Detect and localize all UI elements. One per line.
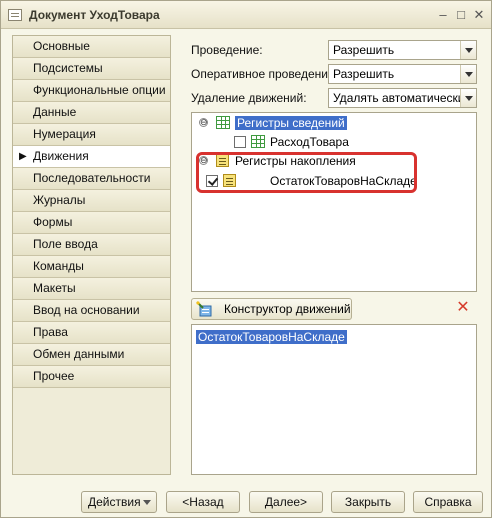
movement-deletion-value: Удалять автоматически п [333, 91, 475, 105]
checkbox-expense-goods[interactable] [234, 136, 246, 148]
back-label: <Назад [182, 495, 224, 509]
tab-label: Подсистемы [33, 61, 103, 75]
tab-rights[interactable]: Права [13, 322, 170, 344]
tab-label: Поле ввода [33, 237, 98, 251]
annotation-highlight-box [196, 152, 417, 193]
chevron-down-icon[interactable] [460, 89, 476, 107]
close-button[interactable]: Закрыть [331, 491, 405, 513]
collapse-icon[interactable]: ⊖ [199, 118, 208, 127]
tab-sequences[interactable]: Последовательности [13, 168, 170, 190]
realtime-posting-value: Разрешить [333, 67, 395, 81]
tree-node-expense-goods[interactable]: РасходТовара [270, 133, 349, 151]
list-item[interactable]: ОстатокТоваровНаСкладе [196, 329, 347, 346]
tab-forms[interactable]: Формы [13, 212, 170, 234]
tab-label: Обмен данными [33, 347, 125, 361]
selected-registers-list[interactable]: ОстатокТоваровНаСкладе [191, 324, 477, 475]
chevron-down-icon[interactable] [460, 41, 476, 59]
tab-label: Формы [33, 215, 73, 229]
register-tree[interactable]: ⊖ Регистры сведений РасходТовара ⊖ Регис… [191, 112, 477, 292]
maximize-button[interactable]: □ [453, 7, 469, 23]
tab-label: Нумерация [33, 127, 96, 141]
tab-movements[interactable]: ▶ Движения [13, 146, 170, 168]
list-item-label: ОстатокТоваровНаСкладе [196, 330, 347, 344]
tab-numbering[interactable]: Нумерация [13, 124, 170, 146]
tab-subsystems[interactable]: Подсистемы [13, 58, 170, 80]
tab-journals[interactable]: Журналы [13, 190, 170, 212]
tab-label: Движения [33, 149, 89, 163]
tab-data[interactable]: Данные [13, 102, 170, 124]
info-register-icon [216, 116, 230, 129]
tab-label: Функциональные опции [33, 83, 166, 97]
realtime-posting-label: Оперативное проведение: [191, 67, 338, 81]
document-editor-window: Документ УходТовара – □ ✕ Основные Подси… [0, 0, 492, 518]
tab-commands[interactable]: Команды [13, 256, 170, 278]
chevron-down-icon [143, 500, 151, 505]
posting-value: Разрешить [333, 43, 395, 57]
tab-functional-options[interactable]: Функциональные опции [13, 80, 170, 102]
constructor-wand-icon [196, 301, 212, 317]
tab-input-based-on[interactable]: Ввод на основании [13, 300, 170, 322]
info-register-icon [251, 135, 265, 148]
tree-node-label: Регистры сведений [235, 116, 347, 130]
tab-input-field[interactable]: Поле ввода [13, 234, 170, 256]
help-button[interactable]: Справка [413, 491, 483, 513]
constructor-button-label: Конструктор движений [224, 302, 351, 316]
window-title: Документ УходТовара [29, 8, 160, 22]
realtime-posting-select[interactable]: Разрешить [328, 64, 477, 84]
tab-other[interactable]: Прочее [13, 366, 170, 388]
close-label: Закрыть [344, 495, 392, 509]
tab-label: Последовательности [33, 171, 151, 185]
movement-constructor-button[interactable]: Конструктор движений [191, 298, 352, 320]
movement-deletion-select[interactable]: Удалять автоматически п [328, 88, 477, 108]
minimize-button[interactable]: – [435, 7, 451, 23]
title-bar: Документ УходТовара – □ ✕ [1, 1, 491, 29]
tab-label: Права [33, 325, 68, 339]
tab-label: Ввод на основании [33, 303, 140, 317]
next-label: Далее> [264, 495, 308, 509]
tab-label: Журналы [33, 193, 86, 207]
tab-templates[interactable]: Макеты [13, 278, 170, 300]
tree-node-label: РасходТовара [270, 135, 349, 149]
help-label: Справка [424, 495, 472, 509]
next-button[interactable]: Далее> [249, 491, 323, 513]
movement-deletion-label: Удаление движений: [191, 91, 307, 105]
actions-label: Действия [88, 495, 141, 509]
actions-button[interactable]: Действия [81, 491, 157, 513]
tab-label: Команды [33, 259, 84, 273]
document-icon [8, 9, 22, 21]
posting-label: Проведение: [191, 43, 263, 57]
tree-node-info-registers[interactable]: Регистры сведений [235, 114, 347, 132]
back-button[interactable]: <Назад [166, 491, 240, 513]
tab-data-exchange[interactable]: Обмен данными [13, 344, 170, 366]
tab-label: Прочее [33, 369, 75, 383]
tab-label: Основные [33, 39, 90, 53]
tab-label: Данные [33, 105, 77, 119]
close-icon[interactable]: ✕ [456, 300, 470, 316]
chevron-down-icon[interactable] [460, 65, 476, 83]
tab-label: Макеты [33, 281, 76, 295]
active-tab-arrow-icon: ▶ [19, 151, 27, 162]
close-window-button[interactable]: ✕ [471, 7, 487, 23]
posting-select[interactable]: Разрешить [328, 40, 477, 60]
section-tabs: Основные Подсистемы Функциональные опции… [12, 35, 171, 475]
tab-main[interactable]: Основные [13, 36, 170, 58]
